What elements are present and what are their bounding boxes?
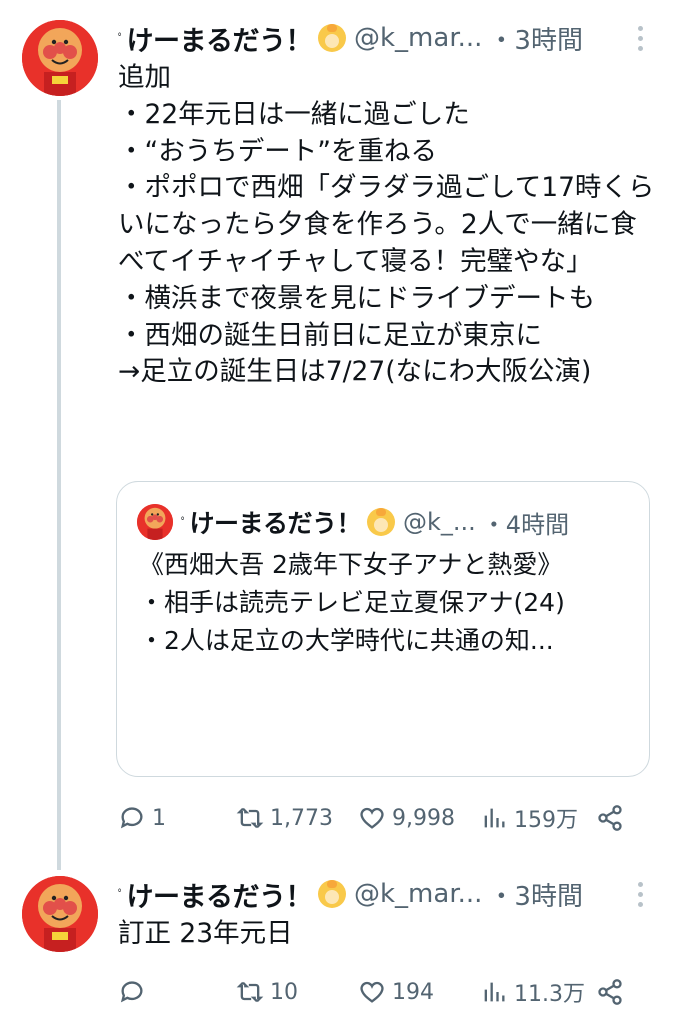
- baby-emoji-icon: [318, 880, 346, 908]
- reply-icon: [120, 807, 143, 829]
- display-name-mark: ﾟ: [118, 32, 125, 48]
- views-count: 11.3万: [514, 982, 585, 1007]
- heart-icon: [360, 807, 384, 829]
- baby-emoji-icon: [367, 508, 396, 536]
- share-icon: [598, 979, 622, 1005]
- quoted-tweet-text: 《西畑大吾 2歳年下女子アナと熱愛》 ・相手は読売テレビ足立夏保アナ(24) ・…: [139, 550, 565, 655]
- share-icon: [598, 805, 622, 831]
- quoted-tweet-header: ﾟ けーまるだう！ @k_... ・4時間: [137, 504, 569, 540]
- retweet-button[interactable]: 1,773: [236, 800, 333, 836]
- like-button[interactable]: 194: [358, 974, 434, 1010]
- retweet-button[interactable]: 10: [236, 974, 298, 1010]
- quoted-tweet-timestamp: ・4時間: [481, 510, 570, 539]
- share-button[interactable]: [596, 974, 624, 1010]
- quoted-tweet[interactable]: ﾟ けーまるだう！ @k_... ・4時間 《西畑大吾 2歳年下女子アナと熱愛》…: [116, 481, 650, 777]
- quoted-user-handle: @k_...: [403, 508, 476, 536]
- reply-icon: [120, 981, 143, 1003]
- tweet-text: 追加 ・22年元日は一緒に過ごした ・“おうちデート”を重ねる ・ポポロで西畑「…: [118, 62, 655, 388]
- like-count: 9,998: [392, 805, 455, 831]
- reply-count: 1: [152, 805, 166, 831]
- quoted-display-name-mark: ﾟ: [181, 516, 188, 532]
- tweet-header: ﾟ けーまるだう！ @k_mar... ・3時間: [118, 18, 583, 58]
- tweet-text: 訂正 23年元日: [118, 918, 293, 949]
- views-button[interactable]: 11.3万: [480, 974, 585, 1010]
- tweet-action-bar: 1 1,773 9,998 159万: [118, 800, 638, 836]
- user-avatar[interactable]: [22, 876, 98, 952]
- more-options-icon[interactable]: [638, 26, 644, 51]
- views-chart-icon: [484, 982, 505, 1002]
- user-handle[interactable]: @k_mar...: [354, 23, 482, 53]
- anpanman-avatar-icon: [137, 504, 173, 540]
- share-button[interactable]: [596, 800, 624, 836]
- display-name[interactable]: けーまるだう！: [127, 875, 313, 914]
- tweet-timestamp[interactable]: ・3時間: [488, 876, 583, 913]
- views-chart-icon: [484, 808, 505, 828]
- user-avatar[interactable]: [22, 20, 98, 96]
- anpanman-avatar-icon: [22, 20, 98, 96]
- display-name[interactable]: けーまるだう！: [127, 19, 313, 58]
- baby-emoji-icon: [318, 24, 346, 52]
- quoted-user-avatar: [137, 504, 173, 540]
- thread-connector-line: [57, 100, 61, 870]
- display-name-mark: ﾟ: [118, 888, 125, 904]
- like-count: 194: [392, 979, 434, 1005]
- tweet-header: ﾟ けーまるだう！ @k_mar... ・3時間: [118, 874, 583, 914]
- heart-icon: [360, 981, 384, 1003]
- reply-button[interactable]: 1: [118, 800, 166, 836]
- user-handle[interactable]: @k_mar...: [354, 879, 482, 909]
- retweet-icon: [236, 807, 264, 829]
- quoted-display-name: けーまるだう！: [189, 509, 362, 538]
- views-button[interactable]: 159万: [480, 800, 578, 836]
- anpanman-avatar-icon: [22, 876, 98, 952]
- tweet-timestamp[interactable]: ・3時間: [488, 20, 583, 57]
- retweet-count: 10: [270, 979, 298, 1005]
- retweet-icon: [236, 981, 264, 1003]
- retweet-count: 1,773: [270, 805, 333, 831]
- like-button[interactable]: 9,998: [358, 800, 455, 836]
- tweet-action-bar: 10 194 11.3万: [118, 974, 638, 1010]
- views-count: 159万: [514, 808, 578, 833]
- reply-button[interactable]: [118, 974, 152, 1010]
- more-options-icon[interactable]: [638, 882, 644, 907]
